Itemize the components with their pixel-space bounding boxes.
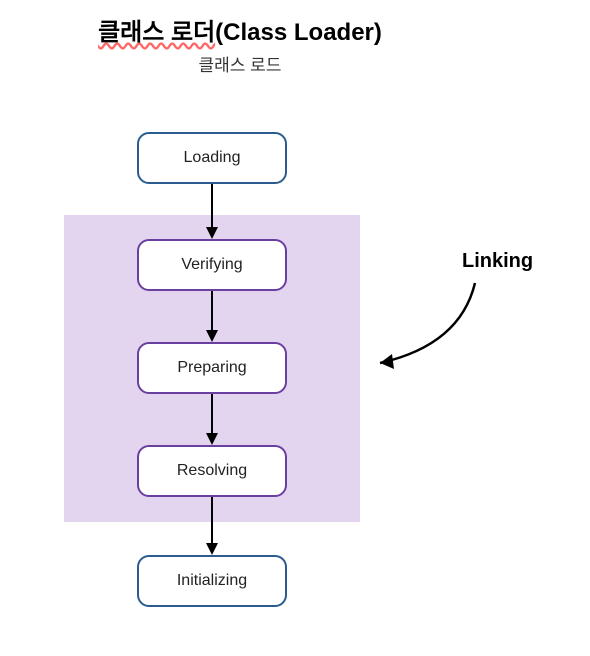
node-resolving: Resolving [137, 445, 287, 497]
linking-label: Linking [462, 250, 533, 273]
node-loading: Loading [137, 132, 287, 184]
node-initializing: Initializing [137, 555, 287, 607]
node-loading-label: Loading [184, 149, 241, 167]
node-preparing-label: Preparing [177, 359, 246, 377]
node-resolving-label: Resolving [177, 462, 247, 480]
node-initializing-label: Initializing [177, 572, 247, 590]
node-preparing: Preparing [137, 342, 287, 394]
node-verifying-label: Verifying [181, 256, 242, 274]
node-verifying: Verifying [137, 239, 287, 291]
flowchart-diagram: Loading Verifying Preparing Resolving In… [0, 0, 590, 656]
linking-pointer-arrow [360, 275, 490, 385]
